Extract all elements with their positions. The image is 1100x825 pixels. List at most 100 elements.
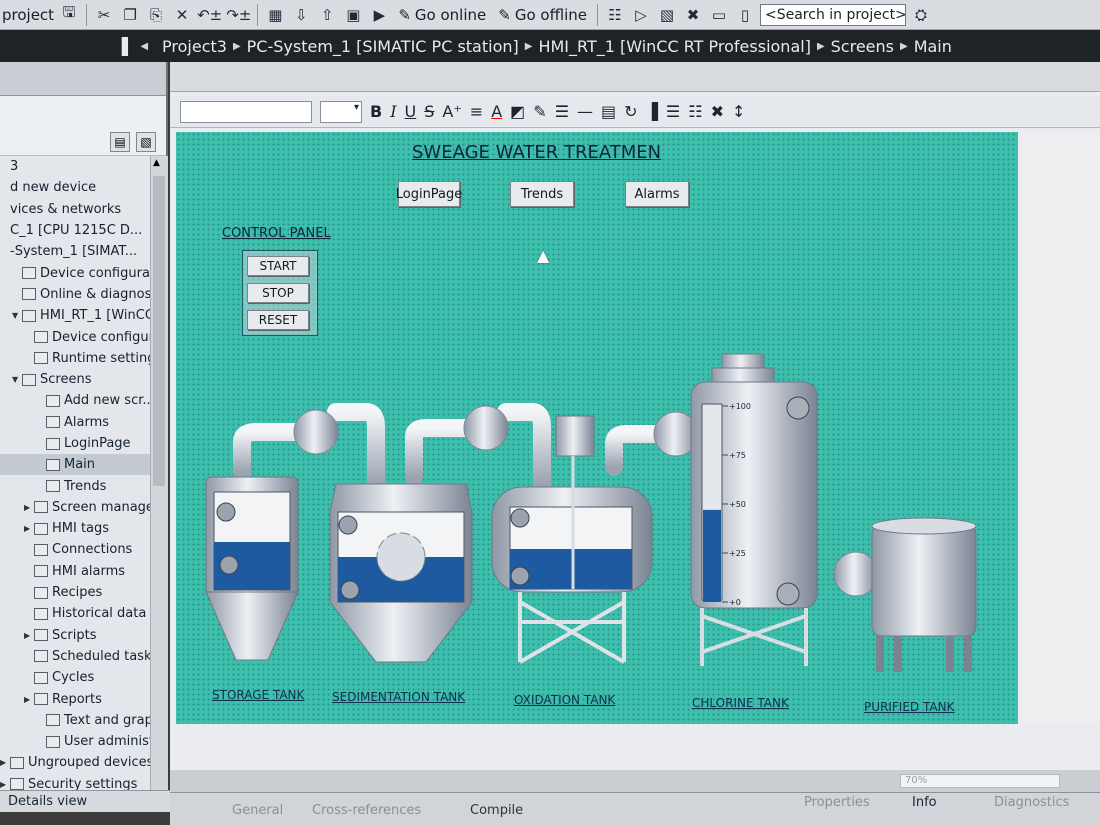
go-offline-button[interactable]: ✎ Go offline [494, 6, 591, 24]
align-objects-icon[interactable]: ▐ [646, 102, 658, 121]
align-icon[interactable]: ≡ [470, 102, 483, 121]
tree-item[interactable]: Recipes [0, 582, 150, 603]
tree-item[interactable]: ▶ HMI tags [0, 518, 150, 539]
reset-button[interactable]: RESET [247, 310, 309, 330]
tree-item[interactable]: Trends [0, 475, 150, 496]
info-tab[interactable]: Info [912, 795, 937, 810]
upload-icon[interactable]: ⇧ [316, 3, 338, 27]
italic-icon[interactable]: I [390, 102, 396, 121]
tree-item[interactable]: Alarms [0, 412, 150, 433]
tree-item[interactable]: d new device [0, 177, 150, 198]
split-editor-icon[interactable]: ▌ [122, 37, 134, 56]
pointer-tool-icon[interactable]: ✖ [711, 102, 724, 121]
expand-arrow-icon[interactable]: ▶ [0, 758, 10, 767]
zoom-tool-icon[interactable]: ↕ [732, 102, 745, 121]
project-menu-label[interactable]: project [2, 6, 54, 24]
storage-tank-label[interactable]: STORAGE TANK [212, 688, 304, 702]
tab-general[interactable]: General [232, 803, 283, 818]
tab-cross-references[interactable]: Cross-references [312, 803, 421, 818]
tree-item[interactable]: ▼ HMI_RT_1 [WinCC... [0, 305, 150, 326]
start-simulation-icon[interactable]: ▶ [368, 3, 390, 27]
zoom-select[interactable]: 70% [900, 774, 1060, 788]
breadcrumb-main[interactable]: Main [914, 37, 952, 56]
tree-item[interactable]: Device configuration [0, 262, 150, 283]
overview-icon[interactable]: ▤ [110, 132, 130, 152]
tree-item[interactable]: ▶ Scripts [0, 625, 150, 646]
tree-item[interactable]: ▶ Ungrouped devices [0, 752, 150, 773]
monitor-icon[interactable]: ▷ [630, 3, 652, 27]
control-panel-label[interactable]: CONTROL PANEL [222, 226, 331, 241]
tree-item[interactable]: ▶ Screen manage... [0, 497, 150, 518]
screen-title[interactable]: SWEAGE WATER TREATMEN [412, 142, 661, 163]
hmi-screen-canvas[interactable]: +100 +75 +50 +25 +0 SWEAGE WATER TREATMEN Lo… [176, 132, 1018, 724]
tree-item[interactable]: Cycles [0, 667, 150, 688]
font-select[interactable] [180, 100, 312, 123]
stop-button[interactable]: STOP [247, 283, 309, 303]
tree-item[interactable]: Device configur... [0, 326, 150, 347]
line-color-icon[interactable]: ✎ [533, 102, 546, 121]
bring-to-front-icon[interactable]: ▤ [601, 102, 616, 121]
compile-icon[interactable]: ▦ [264, 3, 286, 27]
tree-item[interactable]: 3 [0, 156, 150, 177]
sedimentation-tank-label[interactable]: SEDIMENTATION TANK [332, 690, 465, 704]
expand-arrow-icon[interactable]: ▶ [0, 780, 10, 789]
new-window-icon[interactable]: ▧ [136, 132, 156, 152]
expand-arrow-icon[interactable]: ▼ [12, 311, 22, 320]
tools-icon[interactable]: ✖ [682, 3, 704, 27]
strikethrough-icon[interactable]: S [424, 102, 434, 121]
tree-item[interactable]: Connections [0, 539, 150, 560]
font-size-select[interactable]: ▾ [320, 100, 362, 123]
start-button[interactable]: START [247, 256, 309, 276]
line-width-icon[interactable]: — [577, 102, 593, 121]
tree-item[interactable]: vices & networks [0, 199, 150, 220]
oxidation-tank-label[interactable]: OXIDATION TANK [514, 693, 615, 707]
split-horizontal-icon[interactable]: ▭ [708, 3, 730, 27]
diagnostics-tab[interactable]: Diagnostics [994, 795, 1069, 810]
purified-tank-label[interactable]: PURIFIED TANK [864, 700, 954, 714]
tree-item[interactable]: LoginPage [0, 433, 150, 454]
expand-arrow-icon[interactable]: ▶ [24, 503, 34, 512]
tree-item[interactable]: Runtime settings [0, 348, 150, 369]
line-style-icon[interactable]: ☰ [555, 102, 569, 121]
expand-arrow-icon[interactable]: ▶ [24, 695, 34, 704]
expand-arrow-icon[interactable]: ▶ [24, 524, 34, 533]
go-online-button[interactable]: ✎ Go online [394, 6, 490, 24]
loginpage-nav-button[interactable]: LoginPage [396, 181, 462, 207]
breadcrumb-screens[interactable]: Screens [831, 37, 894, 56]
tree-item[interactable]: Add new scr... [0, 390, 150, 411]
tab-compile[interactable]: Compile [470, 803, 523, 818]
bold-icon[interactable]: B [370, 102, 382, 121]
breadcrumb-hmi[interactable]: HMI_RT_1 [WinCC RT Professional] [538, 37, 810, 56]
copy-icon[interactable]: ❐ [119, 3, 141, 27]
download-icon[interactable]: ⇩ [290, 3, 312, 27]
undo-icon[interactable]: ↶± [197, 3, 222, 27]
download-to-device-icon[interactable]: ▣ [342, 3, 364, 27]
tree-item[interactable]: -System_1 [SIMAT... [0, 241, 150, 262]
font-color-icon[interactable]: A [491, 102, 502, 121]
breadcrumb-project[interactable]: Project3 [162, 37, 227, 56]
alarms-nav-button[interactable]: Alarms [625, 181, 689, 207]
save-project-icon[interactable]: 🖫 [58, 3, 80, 27]
redo-icon[interactable]: ↷± [226, 3, 251, 27]
tree-item[interactable]: Online & diagnostics [0, 284, 150, 305]
scroll-up-arrow-icon[interactable]: ▲ [153, 158, 160, 168]
chlorine-tank-label[interactable]: CHLORINE TANK [692, 696, 789, 710]
rotate-icon[interactable]: ↻ [624, 102, 637, 121]
trends-nav-button[interactable]: Trends [510, 181, 574, 207]
text-size-icon[interactable]: A⁺ [442, 102, 461, 121]
accessible-devices-icon[interactable]: ☷ [604, 3, 626, 27]
tree-scrollbar-thumb[interactable] [153, 176, 165, 486]
tree-item[interactable]: ▼ Screens [0, 369, 150, 390]
cut-icon[interactable]: ✂ [93, 3, 115, 27]
tree-item[interactable]: Text and graphi... [0, 710, 150, 731]
expand-arrow-icon[interactable]: ▼ [12, 375, 22, 384]
tree-scrollbar[interactable]: ▲ [150, 156, 168, 792]
tree-item[interactable]: ▶ Reports [0, 688, 150, 709]
tree-item[interactable]: Scheduled tasks [0, 646, 150, 667]
distribute-icon[interactable]: ☰ [666, 102, 680, 121]
underline-icon[interactable]: U [405, 102, 417, 121]
tree-item[interactable]: Historical data [0, 603, 150, 624]
tree-item[interactable]: Main [0, 454, 150, 476]
breadcrumb-pc-system[interactable]: PC-System_1 [SIMATIC PC station] [247, 37, 519, 56]
fill-color-icon[interactable]: ◩ [510, 102, 525, 121]
